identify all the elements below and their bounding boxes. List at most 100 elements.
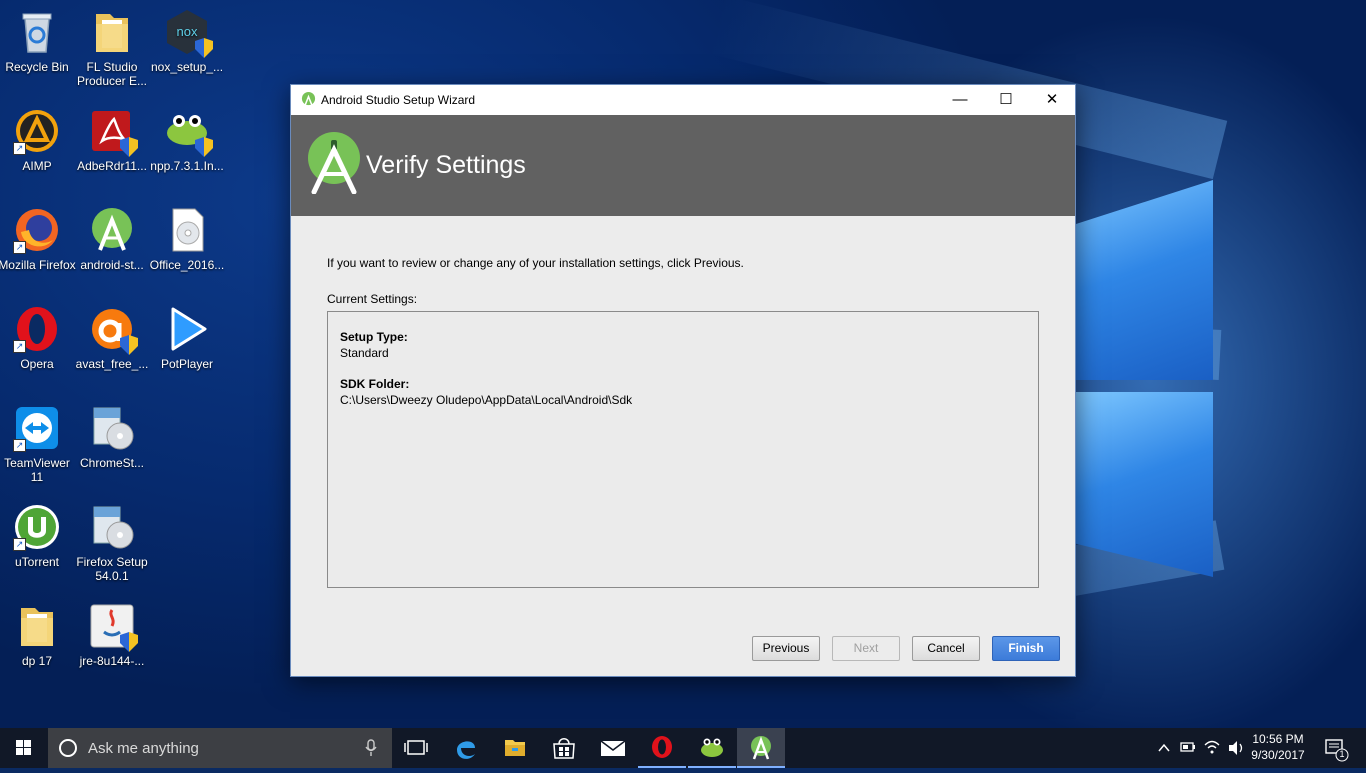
desktop-icon-label: Recycle Bin: [5, 60, 69, 74]
setup-wizard-window: Android Studio Setup Wizard — ☐ ✕ Verify…: [290, 84, 1076, 677]
java-installer-icon: [88, 602, 138, 652]
taskbar-notepad-plus-plus[interactable]: [688, 728, 736, 768]
taskbar-store[interactable]: [540, 728, 588, 768]
taskbar-mail[interactable]: [589, 728, 637, 768]
shortcut-arrow-icon: ↗: [13, 538, 26, 551]
desktop-icon-firefox-setup[interactable]: Firefox Setup 54.0.1: [72, 503, 152, 583]
android-studio-icon: [301, 92, 316, 107]
svg-text:nox: nox: [177, 24, 198, 39]
clock-time: 10:56 PM: [1252, 732, 1304, 746]
desktop-icon-label: PotPlayer: [160, 357, 214, 371]
notepad-plus-plus-icon: [701, 738, 723, 757]
title-bar[interactable]: Android Studio Setup Wizard — ☐ ✕: [291, 85, 1075, 115]
desktop-icon-label: uTorrent: [14, 555, 60, 569]
nox-installer-icon: nox: [163, 8, 213, 58]
desktop-icon-fl-studio[interactable]: FL Studio Producer E...: [72, 8, 152, 88]
volume-tray[interactable]: [1226, 728, 1246, 768]
search-placeholder: Ask me anything: [88, 740, 199, 757]
setting-key-setup-type: Setup Type:: [340, 330, 408, 344]
microphone-icon[interactable]: [364, 739, 378, 757]
taskbar-edge[interactable]: [442, 728, 490, 768]
battery-tray[interactable]: [1178, 728, 1198, 768]
desktop-icon-recycle-bin[interactable]: Recycle Bin: [0, 8, 77, 74]
desktop-icon-avast[interactable]: avast_free_...: [72, 305, 152, 371]
disc-image-icon: [163, 206, 211, 254]
desktop-icon-chromesetup[interactable]: ChromeSt...: [72, 404, 152, 470]
minimize-button[interactable]: —: [937, 85, 983, 115]
setting-value-setup-type: Standard: [340, 346, 389, 360]
action-center-button[interactable]: 1: [1320, 728, 1360, 768]
task-view-icon: [404, 740, 428, 755]
desktop-icon-utorrent[interactable]: ↗ uTorrent: [0, 503, 77, 569]
shortcut-arrow-icon: ↗: [13, 340, 26, 353]
taskbar-clock[interactable]: 10:56 PM 9/30/2017: [1248, 731, 1308, 763]
notepad-plus-plus-installer-icon: [163, 107, 213, 157]
setting-key-sdk-folder: SDK Folder:: [340, 377, 410, 391]
desktop-icon-opera[interactable]: ↗ Opera: [0, 305, 77, 371]
desktop-icon-android-studio-installer[interactable]: android-st...: [72, 206, 152, 272]
notification-count-badge: 1: [1339, 749, 1345, 759]
teamviewer-icon: ↗: [13, 404, 61, 452]
close-button[interactable]: ✕: [1029, 85, 1075, 115]
taskbar: Ask me anything 10:56 PM 9/30/2017 1: [0, 728, 1366, 768]
next-button[interactable]: Next: [832, 636, 900, 661]
opera-icon: ↗: [13, 305, 61, 353]
desktop-icon-adobe-reader[interactable]: AdbeRdr11...: [72, 107, 152, 173]
desktop-icon-teamviewer[interactable]: ↗ TeamViewer 11: [0, 404, 77, 484]
edge-icon: [457, 741, 475, 759]
intro-text: If you want to review or change any of y…: [327, 256, 744, 270]
task-view-button[interactable]: [392, 728, 440, 768]
adobe-reader-installer-icon: [88, 107, 138, 157]
window-title: Android Studio Setup Wizard: [321, 93, 476, 107]
desktop-icon-label: nox_setup_...: [150, 60, 224, 74]
folder-icon: [13, 602, 61, 650]
desktop-icon-firefox[interactable]: ↗ Mozilla Firefox: [0, 206, 77, 272]
folder-icon: [88, 8, 136, 56]
desktop-icon-label: Mozilla Firefox: [0, 258, 76, 272]
wallpaper-logo-pane: [1076, 180, 1213, 380]
mail-icon: [600, 740, 626, 756]
current-settings-label: Current Settings:: [327, 292, 418, 306]
finish-button[interactable]: Finish: [992, 636, 1060, 661]
windows-logo-icon: [16, 740, 31, 755]
aimp-icon: ↗: [13, 107, 61, 155]
avast-installer-icon: [88, 305, 138, 355]
file-explorer-icon: [505, 740, 525, 756]
maximize-button[interactable]: ☐: [983, 85, 1029, 115]
desktop-icon-nox-setup[interactable]: nox nox_setup_...: [147, 8, 227, 74]
start-button[interactable]: [0, 728, 48, 768]
shortcut-arrow-icon: ↗: [13, 439, 26, 452]
android-studio-icon: [751, 736, 771, 760]
desktop-icon-label: Office_2016...: [149, 258, 225, 272]
taskbar-file-explorer[interactable]: [491, 728, 539, 768]
desktop-icon-label: jre-8u144-...: [79, 654, 145, 668]
setup-installer-icon: [88, 404, 136, 452]
android-studio-logo-icon: [308, 132, 360, 194]
notification-icon: [1325, 739, 1349, 762]
desktop-icon-jre[interactable]: jre-8u144-...: [72, 602, 152, 668]
opera-icon: [652, 736, 672, 758]
desktop-icon-dp17[interactable]: dp 17: [0, 602, 77, 668]
taskbar-opera[interactable]: [638, 728, 686, 768]
previous-button[interactable]: Previous: [752, 636, 820, 661]
chevron-up-icon: [1158, 743, 1170, 752]
clock-date: 9/30/2017: [1251, 748, 1305, 762]
settings-summary-box[interactable]: Setup Type: Standard SDK Folder: C:\User…: [327, 311, 1039, 588]
firefox-icon: ↗: [13, 206, 61, 254]
store-icon: [553, 738, 575, 759]
network-tray[interactable]: [1202, 728, 1222, 768]
desktop-icon-aimp[interactable]: ↗ AIMP: [0, 107, 77, 173]
desktop-icon-label: TeamViewer 11: [4, 456, 70, 484]
taskbar-android-studio[interactable]: [737, 728, 785, 768]
volume-icon: [1229, 741, 1243, 755]
cancel-button[interactable]: Cancel: [912, 636, 980, 661]
desktop-icon-label: ChromeSt...: [79, 456, 145, 470]
wizard-header: Verify Settings: [291, 115, 1075, 216]
show-hidden-icons-button[interactable]: [1155, 728, 1173, 768]
desktop-icon-office[interactable]: Office_2016...: [147, 206, 227, 272]
desktop-icon-potplayer[interactable]: PotPlayer: [147, 305, 227, 371]
desktop-icon-label: android-st...: [80, 258, 144, 272]
android-studio-installer-icon: [88, 206, 136, 254]
search-box[interactable]: Ask me anything: [48, 728, 392, 768]
desktop-icon-npp-installer[interactable]: npp.7.3.1.In...: [147, 107, 227, 173]
